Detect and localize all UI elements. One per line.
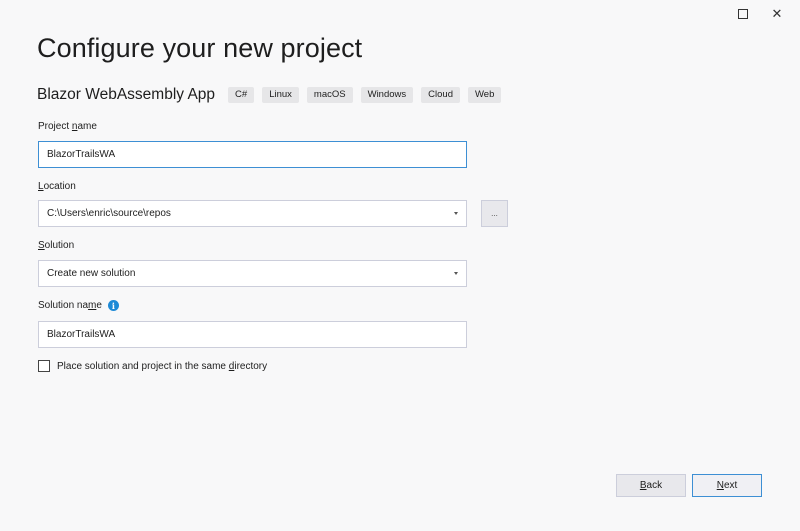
solution-value: Create new solution bbox=[47, 268, 136, 279]
chevron-down-icon bbox=[454, 212, 458, 215]
label-text: irectory bbox=[234, 360, 268, 372]
solution-name-label: Solution name i bbox=[38, 300, 119, 311]
label-text: olution bbox=[44, 240, 75, 251]
solution-name-input[interactable]: BlazorTrailsWA bbox=[38, 321, 467, 348]
solution-dropdown[interactable]: Create new solution bbox=[38, 260, 467, 287]
button-label: ext bbox=[723, 480, 738, 491]
label-text: Place solution and project in the same bbox=[57, 360, 229, 372]
same-directory-label: Place solution and project in the same d… bbox=[57, 361, 267, 372]
location-value: C:\Users\enric\source\repos bbox=[47, 208, 171, 219]
maximize-icon bbox=[738, 9, 748, 19]
button-access-key: N bbox=[716, 480, 724, 491]
location-combobox[interactable]: C:\Users\enric\source\repos bbox=[38, 200, 467, 227]
button-label: ack bbox=[646, 480, 663, 491]
project-name-value: BlazorTrailsWA bbox=[47, 149, 116, 160]
maximize-button[interactable] bbox=[726, 4, 760, 24]
ellipsis-icon: ... bbox=[491, 209, 498, 218]
back-button[interactable]: Back bbox=[616, 474, 686, 497]
template-row: Blazor WebAssembly App C# Linux macOS Wi… bbox=[37, 86, 509, 104]
template-name: Blazor WebAssembly App bbox=[37, 86, 216, 103]
label-text: Project bbox=[38, 121, 72, 132]
label-text: Solution na bbox=[38, 300, 89, 312]
tag-web: Web bbox=[467, 87, 502, 103]
same-directory-option[interactable]: Place solution and project in the same d… bbox=[38, 360, 267, 372]
page-title: Configure your new project bbox=[37, 33, 363, 63]
project-name-input[interactable]: BlazorTrailsWA bbox=[38, 141, 467, 168]
solution-name-value: BlazorTrailsWA bbox=[47, 329, 116, 340]
info-icon[interactable]: i bbox=[107, 300, 119, 311]
chevron-down-icon bbox=[454, 272, 458, 275]
tag-macos: macOS bbox=[306, 87, 353, 103]
label-access-key: S bbox=[38, 240, 45, 251]
solution-label: Solution bbox=[38, 240, 74, 251]
tag-linux: Linux bbox=[262, 87, 299, 103]
same-directory-checkbox[interactable] bbox=[38, 360, 50, 372]
button-access-key: B bbox=[639, 480, 647, 491]
label-text: ocation bbox=[43, 181, 76, 192]
tag-csharp: C# bbox=[228, 87, 255, 103]
close-button[interactable]: ✕ bbox=[760, 4, 794, 24]
label-text: ame bbox=[77, 121, 97, 132]
location-label: Location bbox=[38, 181, 76, 192]
close-icon: ✕ bbox=[771, 6, 783, 21]
tag-cloud: Cloud bbox=[421, 87, 460, 103]
browse-button[interactable]: ... bbox=[481, 200, 508, 227]
window-controls: ✕ bbox=[726, 4, 794, 24]
label-text: e bbox=[96, 300, 102, 312]
tag-windows: Windows bbox=[360, 87, 414, 103]
project-name-label: Project name bbox=[38, 121, 97, 132]
next-button[interactable]: Next bbox=[692, 474, 762, 497]
